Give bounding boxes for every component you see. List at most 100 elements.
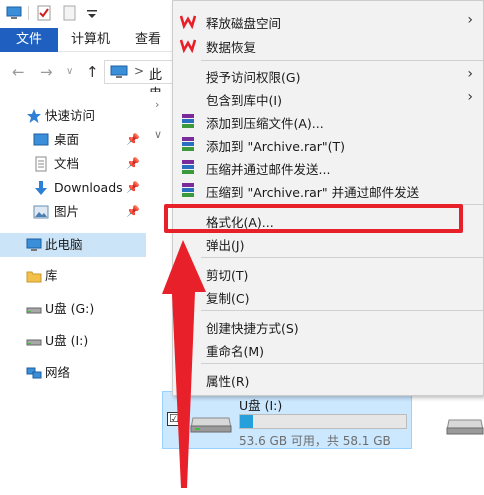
sidebar-item-label: U盘 (G:) [45, 301, 95, 316]
recent-locations-icon[interactable]: ∨ [66, 66, 73, 77]
sidebar-item-downloads[interactable]: Downloads 📌 [0, 176, 146, 200]
sidebar-item-usb-i[interactable]: U盘 (I:) [0, 329, 146, 353]
menu-item-label: 属性(R) [206, 374, 250, 389]
sidebar-item-pictures[interactable]: 图片 📌 [0, 200, 146, 224]
drive-name: U盘 (I:) [239, 398, 283, 413]
menu-item-label: 复制(C) [206, 291, 250, 306]
submenu-arrow-icon: › [467, 12, 473, 28]
computer-icon [110, 65, 128, 78]
network-icon [26, 367, 42, 379]
sidebar-item-quick-access[interactable]: 快速访问 [0, 104, 146, 128]
sidebar-item-label: 图片 [54, 204, 80, 219]
menu-item-include-in-library[interactable]: 包含到库中(I) › [173, 87, 483, 110]
sidebar-item-label: Downloads [54, 180, 123, 195]
new-folder-icon[interactable] [62, 5, 78, 21]
document-icon [35, 156, 47, 172]
wps-icon [180, 15, 196, 29]
sidebar-item-label: 快速访问 [45, 108, 96, 123]
sidebar-item-label: U盘 (I:) [45, 333, 89, 348]
chevron-down-icon[interactable]: ∨ [154, 128, 162, 141]
usb-drive-icon [26, 339, 42, 346]
properties-icon[interactable] [36, 5, 52, 21]
address-bar[interactable]: > 此电 [104, 60, 174, 102]
chevron-right-icon[interactable]: › [155, 98, 159, 111]
menu-item-create-shortcut[interactable]: 创建快捷方式(S) [173, 315, 483, 338]
drive-space-text: 53.6 GB 可用，共 58.1 GB [239, 434, 391, 448]
menu-item-compress-and-email[interactable]: 压缩并通过邮件发送... [173, 156, 483, 179]
menu-item-label: 添加到 "Archive.rar"(T) [206, 139, 346, 154]
menu-item-free-space[interactable]: 释放磁盘空间 › [173, 10, 483, 33]
menu-item-label: 创建快捷方式(S) [206, 321, 299, 336]
usb-drive-icon[interactable] [445, 414, 484, 436]
tab-view[interactable]: 查看 [135, 28, 161, 52]
download-icon [35, 181, 47, 195]
navigation-pane: 快速访问 桌面 📌 文档 📌 Downloads 📌 图片 📌 此电脑 库 U盘… [0, 100, 146, 495]
sidebar-item-label: 网络 [45, 365, 71, 380]
computer-icon[interactable] [6, 5, 22, 21]
desktop-icon [33, 133, 49, 146]
menu-separator [201, 310, 483, 311]
menu-separator [201, 60, 483, 61]
menu-item-label: 压缩并通过邮件发送... [206, 162, 331, 177]
wps-icon [180, 39, 196, 53]
sidebar-item-label: 文档 [54, 156, 80, 171]
menu-item-label: 释放磁盘空间 [206, 16, 282, 31]
menu-item-label: 剪切(T) [206, 268, 249, 283]
sidebar-item-desktop[interactable]: 桌面 📌 [0, 128, 146, 152]
menu-item-rename[interactable]: 重命名(M) [173, 338, 483, 361]
menu-item-label: 授予访问权限(G) [206, 70, 301, 85]
menu-separator [201, 363, 483, 364]
pin-icon[interactable]: 📌 [126, 128, 140, 152]
usb-drive-icon [190, 417, 232, 433]
winrar-icon [182, 160, 194, 174]
back-arrow-icon[interactable]: ← [12, 63, 25, 81]
pin-icon[interactable]: 📌 [126, 200, 140, 224]
star-icon [27, 109, 41, 123]
toolbar-divider [28, 6, 29, 20]
selection-checkbox[interactable]: ☑ [167, 412, 181, 426]
drive-usage-bar [239, 414, 407, 429]
menu-item-properties[interactable]: 属性(R) [173, 368, 483, 391]
menu-item-label: 数据恢复 [206, 40, 257, 55]
menu-item-compress-to-rar-and-email[interactable]: 压缩到 "Archive.rar" 并通过邮件发送 [173, 179, 483, 202]
sidebar-item-network[interactable]: 网络 [0, 361, 146, 385]
drive-usage-fill [240, 415, 254, 428]
highlight-box [164, 204, 463, 233]
menu-separator [201, 257, 483, 258]
menu-item-cut[interactable]: 剪切(T) [173, 262, 483, 285]
breadcrumb-separator[interactable]: > [134, 64, 144, 78]
tab-computer[interactable]: 计算机 [71, 28, 110, 52]
pin-icon[interactable]: 📌 [126, 152, 140, 176]
tab-file[interactable]: 文件 [0, 28, 58, 52]
sidebar-item-usb-g[interactable]: U盘 (G:) [0, 297, 146, 321]
menu-item-label: 包含到库中(I) [206, 93, 282, 108]
menu-item-label: 重命名(M) [206, 344, 265, 359]
sidebar-item-label: 桌面 [54, 132, 80, 147]
usb-drive-icon [26, 307, 42, 314]
library-icon [26, 271, 42, 283]
menu-item-eject[interactable]: 弹出(J) [173, 232, 483, 255]
sidebar-item-this-pc[interactable]: 此电脑 [0, 233, 146, 257]
menu-item-copy[interactable]: 复制(C) [173, 285, 483, 308]
forward-arrow-icon[interactable]: → [40, 63, 53, 81]
menu-item-add-to-archive-rar[interactable]: 添加到 "Archive.rar"(T) [173, 133, 483, 156]
menu-item-label: 弹出(J) [206, 238, 245, 253]
menu-item-label: 添加到压缩文件(A)... [206, 116, 324, 131]
pin-icon[interactable]: 📌 [126, 176, 140, 200]
winrar-icon [182, 114, 194, 128]
submenu-arrow-icon: › [467, 66, 473, 82]
customize-toolbar-icon[interactable] [84, 5, 100, 21]
winrar-icon [182, 183, 194, 197]
context-menu: 释放磁盘空间 › 数据恢复 授予访问权限(G) › 包含到库中(I) › 添加到… [172, 0, 484, 396]
sidebar-item-libraries[interactable]: 库 [0, 264, 146, 288]
sidebar-item-documents[interactable]: 文档 📌 [0, 152, 146, 176]
submenu-arrow-icon: › [467, 89, 473, 105]
computer-icon [26, 238, 42, 251]
sidebar-item-label: 库 [45, 268, 58, 283]
menu-item-grant-access[interactable]: 授予访问权限(G) › [173, 64, 483, 87]
menu-item-data-recovery[interactable]: 数据恢复 [173, 34, 483, 57]
menu-item-add-to-archive[interactable]: 添加到压缩文件(A)... [173, 110, 483, 133]
menu-item-label: 压缩到 "Archive.rar" 并通过邮件发送 [206, 185, 420, 200]
drive-tile-usb-i[interactable]: ☑ U盘 (I:) 53.6 GB 可用，共 58.1 GB [162, 391, 412, 449]
up-arrow-icon[interactable]: ↑ [86, 63, 99, 81]
